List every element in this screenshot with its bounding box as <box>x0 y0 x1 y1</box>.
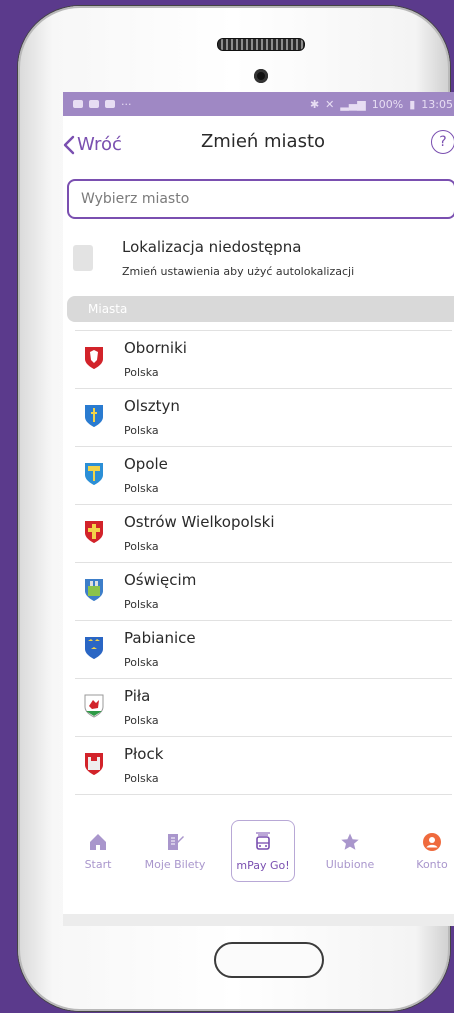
pila-crest-icon <box>84 694 104 718</box>
tab-start-label: Start <box>84 857 112 871</box>
oswiecim-crest-icon <box>85 579 103 601</box>
city-name: Oświęcim <box>124 571 197 589</box>
city-row-oborniki[interactable]: Oborniki Polska <box>75 330 452 388</box>
oborniki-crest-icon <box>85 347 103 369</box>
city-name: Płock <box>124 745 164 763</box>
city-country: Polska <box>124 424 159 437</box>
city-row-ostrow-wielkopolski[interactable]: Ostrów Wielkopolski Polska <box>75 504 452 562</box>
city-country: Polska <box>124 540 159 553</box>
city-crest-placeholder-icon <box>73 245 93 271</box>
tab-account[interactable]: Konto <box>392 816 454 886</box>
city-row-opole[interactable]: Opole Polska <box>75 446 452 504</box>
tab-favorites-label: Ulubione <box>325 857 375 871</box>
system-nav-strip <box>63 914 454 926</box>
tab-account-label: Konto <box>416 857 448 871</box>
city-name: Ostrów Wielkopolski <box>124 513 275 531</box>
plock-crest-icon <box>85 753 103 775</box>
bottom-tab-bar: Start Moje Bilety mPay Go! Ulubione Kont… <box>63 816 454 914</box>
tickets-icon <box>168 833 184 850</box>
city-name: Oborniki <box>124 339 187 357</box>
page-title: Zmień miasto <box>200 131 326 152</box>
city-country: Polska <box>124 656 159 669</box>
city-row-pabianice[interactable]: Pabianice Polska <box>75 620 452 678</box>
tab-my-tickets-label: Moje Bilety <box>144 857 206 871</box>
city-name: Olsztyn <box>124 397 180 415</box>
status-bar: ··· ✱ ✕ ▂▄▆ 100% ▮ 13:05 <box>63 92 454 116</box>
section-header-cities: Miasta <box>67 296 454 322</box>
city-country: Polska <box>124 714 159 727</box>
city-name: Piła <box>124 687 151 705</box>
notification-icons: ··· <box>73 98 132 111</box>
city-list: Oborniki Polska Olsztyn Polska Opole Pol… <box>75 330 452 795</box>
tab-my-tickets[interactable]: Moje Bilety <box>135 816 215 886</box>
city-country: Polska <box>124 482 159 495</box>
ostrow-wielkopolski-crest-icon <box>85 521 103 543</box>
battery-icon: ▮ <box>409 97 416 111</box>
clock: 13:05 <box>421 97 453 111</box>
tab-mpay-go[interactable]: mPay Go! <box>231 820 295 882</box>
location-unavailable-row[interactable]: Lokalizacja niedostępna Zmień ustawienia… <box>69 232 449 288</box>
location-title: Lokalizacja niedostępna <box>122 238 302 256</box>
phone-frame: ··· ✱ ✕ ▂▄▆ 100% ▮ 13:05 Wróć Zmień mias… <box>18 6 454 1011</box>
pabianice-crest-icon <box>85 637 103 659</box>
city-country: Polska <box>124 598 159 611</box>
bluetooth-icon: ✱ <box>309 97 320 111</box>
app-screen: ··· ✱ ✕ ▂▄▆ 100% ▮ 13:05 Wróć Zmień mias… <box>63 92 454 926</box>
city-row-plock[interactable]: Płock Polska <box>75 736 452 795</box>
speaker-grille <box>217 38 305 51</box>
bus-icon <box>256 832 270 850</box>
tab-favorites[interactable]: Ulubione <box>310 816 390 886</box>
front-camera <box>254 69 268 83</box>
tab-start[interactable]: Start <box>63 816 138 886</box>
home-button[interactable] <box>214 942 324 978</box>
message-notification-icon <box>89 100 99 108</box>
app-header: Wróć Zmień miasto ? <box>63 116 454 172</box>
city-country: Polska <box>124 772 159 785</box>
city-row-oswiecim[interactable]: Oświęcim Polska <box>75 562 452 620</box>
image-notification-icon <box>73 100 83 108</box>
system-indicators: ✱ ✕ ▂▄▆ 100% ▮ 13:05 <box>310 98 453 111</box>
signal-icon: ▂▄▆ <box>340 97 366 111</box>
city-search-input[interactable]: Wybierz miasto <box>67 179 454 219</box>
location-subtitle: Zmień ustawienia aby użyć autolokalizacj… <box>122 265 355 278</box>
home-icon <box>90 833 106 850</box>
star-icon <box>341 833 359 850</box>
battery-percent: 100% <box>371 97 404 111</box>
city-name: Opole <box>124 455 168 473</box>
city-country: Polska <box>124 366 159 379</box>
city-row-pila[interactable]: Piła Polska <box>75 678 452 736</box>
city-name: Pabianice <box>124 629 196 647</box>
tab-mpay-go-label: mPay Go! <box>236 858 290 872</box>
account-icon <box>423 832 441 851</box>
help-icon[interactable]: ? <box>431 130 454 154</box>
app-notification-icon <box>105 100 115 108</box>
city-row-olsztyn[interactable]: Olsztyn Polska <box>75 388 452 446</box>
more-notifications-icon: ··· <box>121 97 132 111</box>
mute-icon: ✕ <box>325 97 335 111</box>
opole-crest-icon <box>85 463 103 485</box>
olsztyn-crest-icon <box>85 405 103 427</box>
